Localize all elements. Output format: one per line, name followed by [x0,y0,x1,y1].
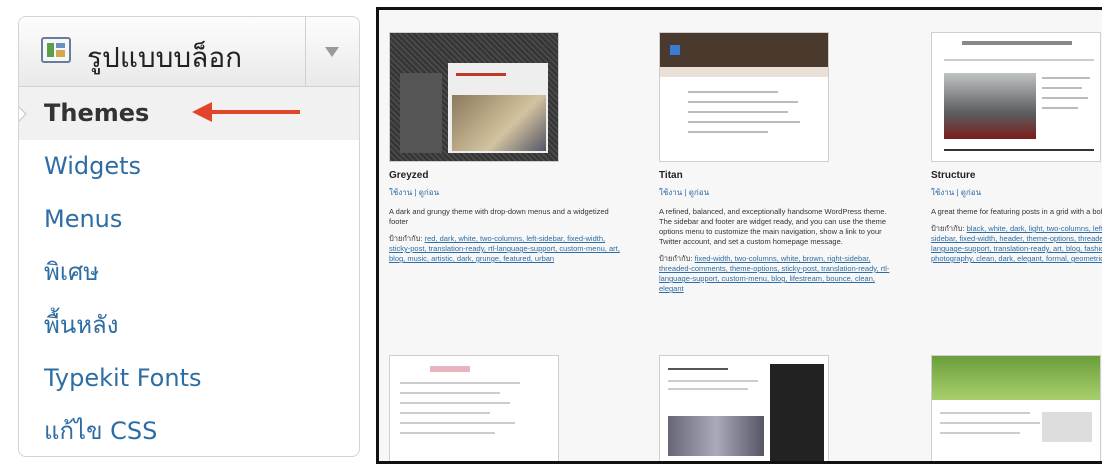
theme-card-structure: Structure ใช้งาน | ดูก่อน A great theme … [931,32,1102,264]
appearance-menu-header[interactable]: รูปแบบบล็อก [19,17,359,87]
theme-tags: ป้ายกำกับ: black, white, dark, light, tw… [931,224,1102,264]
theme-actions-link[interactable]: ใช้งาน | ดูก่อน [389,186,629,199]
submenu-item-label: พื้นหลัง [44,311,119,339]
submenu-item-label: พิเศษ [44,258,100,286]
theme-thumbnail[interactable] [389,32,559,162]
appearance-menu: รูปแบบบล็อก Themes Widgets Menus พิเศษ พ… [18,16,360,457]
theme-name: Structure [931,170,976,181]
submenu-item-widgets[interactable]: Widgets [19,140,359,193]
theme-tags-label: ป้ายกำกับ: [659,254,693,263]
theme-card-greyzed: Greyzed ใช้งาน | ดูก่อน A dark and grung… [389,32,629,264]
submenu-item-themes[interactable]: Themes [19,87,359,140]
theme-description: A refined, balanced, and exceptionally h… [659,207,887,246]
current-item-caret-icon [19,106,27,122]
appearance-menu-title[interactable]: รูปแบบบล็อก [87,36,242,80]
theme-thumbnail[interactable] [659,32,829,162]
annotation-arrow-icon [192,102,300,122]
theme-tags: ป้ายกำกับ: fixed-width, two-columns, whi… [659,254,891,294]
submenu-item-extras[interactable]: พิเศษ [19,246,359,299]
theme-tags-label: ป้ายกำกับ: [389,234,423,243]
submenu-item-edit-css[interactable]: แก้ไข CSS [19,405,359,456]
theme-thumbnail[interactable] [659,355,829,461]
theme-thumbnail[interactable] [931,32,1101,162]
appearance-submenu: Themes Widgets Menus พิเศษ พื้นหลัง Type… [19,87,359,456]
theme-actions-link[interactable]: ใช้งาน | ดูก่อน [659,186,899,199]
theme-tag-links[interactable]: red, dark, white, two-columns, left-side… [389,234,620,263]
submenu-item-label: แก้ไข CSS [44,417,158,445]
menu-collapse-toggle[interactable] [305,17,359,86]
theme-tags-label: ป้ายกำกับ: [931,224,965,233]
theme-card-titan: Titan ใช้งาน | ดูก่อน A refined, balance… [659,32,899,294]
submenu-item-typekit-fonts[interactable]: Typekit Fonts [19,352,359,405]
appearance-icon [41,37,71,63]
theme-tag-links[interactable]: fixed-width, two-columns, white, brown, … [659,254,889,293]
submenu-item-label: Menus [44,205,123,233]
theme-thumbnail[interactable] [931,355,1101,461]
submenu-item-menus[interactable]: Menus [19,193,359,246]
theme-description: A dark and grungy theme with drop-down m… [389,207,609,226]
submenu-item-background[interactable]: พื้นหลัง [19,299,359,352]
theme-thumbnail[interactable] [389,355,559,461]
triangle-down-icon [325,47,339,57]
themes-grid: Greyzed ใช้งาน | ดูก่อน A dark and grung… [376,7,1102,464]
theme-name: Titan [659,170,683,181]
submenu-item-label: Themes [44,99,150,127]
theme-actions-link[interactable]: ใช้งาน | ดูก่อน [931,186,1102,199]
submenu-item-label: Widgets [44,152,142,180]
theme-tags: ป้ายกำกับ: red, dark, white, two-columns… [389,234,621,264]
theme-description: A great theme for featuring posts in a g… [931,207,1102,216]
theme-name: Greyzed [389,170,429,181]
submenu-item-label: Typekit Fonts [44,364,202,392]
